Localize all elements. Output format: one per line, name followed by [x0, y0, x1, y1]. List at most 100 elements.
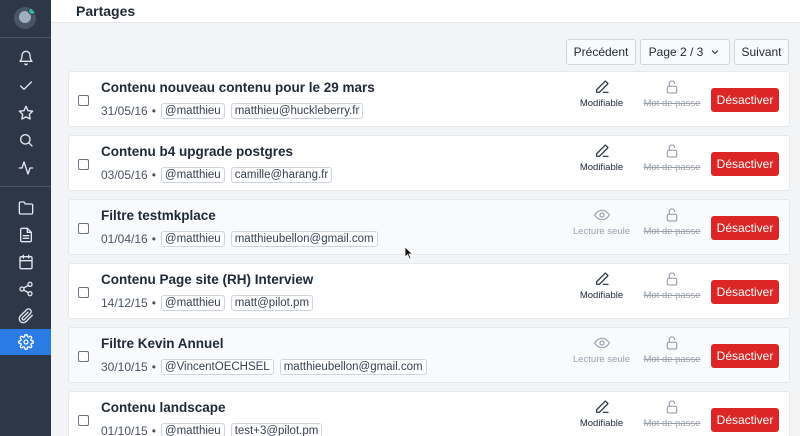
- meta-separator: •: [151, 424, 156, 436]
- password-label: Mot de passe: [643, 226, 701, 237]
- permission-label: Lecture seule: [572, 354, 631, 365]
- permission-toggle[interactable]: Lecture seule: [559, 335, 644, 365]
- row-checkbox[interactable]: [78, 159, 89, 170]
- sidebar-item-notifications[interactable]: [0, 45, 51, 71]
- share-date: 01/10/15: [101, 424, 148, 436]
- share-owner-tag: @matthieu: [160, 423, 225, 436]
- sidebar-item-documents[interactable]: [0, 222, 51, 248]
- unlock-icon: [666, 336, 678, 350]
- status-dot: [28, 7, 36, 15]
- sidebar-item-attachments[interactable]: [0, 303, 51, 329]
- unlock-icon: [666, 80, 678, 94]
- sidebar-item-settings[interactable]: [0, 329, 51, 355]
- permission-label: Modifiable: [579, 98, 624, 109]
- password-toggle[interactable]: Mot de passe: [636, 143, 708, 173]
- pencil-icon: [595, 144, 609, 157]
- deactivate-button[interactable]: Désactiver: [711, 152, 779, 176]
- sidebar-item-search[interactable]: [0, 127, 51, 153]
- password-toggle[interactable]: Mot de passe: [636, 79, 708, 109]
- row-checkbox[interactable]: [78, 415, 89, 426]
- password-toggle[interactable]: Mot de passe: [636, 335, 708, 365]
- row-checkbox[interactable]: [78, 95, 89, 106]
- sidebar: [0, 0, 51, 436]
- share-meta: 03/05/16 • @matthieu camille@harang.fr: [101, 166, 338, 184]
- share-row: Filtre testmkplace 01/04/16 • @matthieu …: [68, 199, 790, 255]
- share-row: Filtre Kevin Annuel 30/10/15 • @VincentO…: [68, 327, 790, 383]
- password-label: Mot de passe: [643, 162, 701, 173]
- share-owner-tag: @matthieu: [160, 167, 225, 183]
- sidebar-item-favorites[interactable]: [0, 100, 51, 126]
- password-label: Mot de passe: [643, 354, 701, 365]
- permission-label: Modifiable: [579, 162, 624, 173]
- share-owner-tag: @matthieu: [160, 295, 225, 311]
- share-icon: [18, 281, 33, 297]
- deactivate-button[interactable]: Désactiver: [711, 408, 779, 432]
- share-title[interactable]: Filtre Kevin Annuel: [101, 336, 224, 351]
- password-toggle[interactable]: Mot de passe: [636, 271, 708, 301]
- sidebar-item-calendar[interactable]: [0, 249, 51, 275]
- star-icon: [18, 105, 33, 120]
- password-label: Mot de passe: [643, 290, 701, 301]
- gear-icon: [17, 334, 34, 350]
- password-label: Mot de passe: [643, 418, 701, 429]
- unlock-icon: [666, 400, 678, 414]
- sidebar-divider: [0, 186, 51, 187]
- share-title[interactable]: Filtre testmkplace: [101, 208, 216, 223]
- deactivate-button[interactable]: Désactiver: [711, 344, 779, 368]
- permission-toggle[interactable]: Modifiable: [559, 79, 644, 109]
- sidebar-divider: [0, 37, 51, 38]
- share-date: 30/10/15: [101, 360, 148, 374]
- previous-page-button[interactable]: Précédent: [566, 39, 636, 65]
- meta-separator: •: [151, 360, 156, 374]
- share-title[interactable]: Contenu Page site (RH) Interview: [101, 272, 313, 287]
- meta-separator: •: [151, 296, 156, 310]
- page-select-label: Page 2 / 3: [648, 45, 704, 59]
- share-title[interactable]: Contenu nouveau contenu pour le 29 mars: [101, 80, 375, 95]
- deactivate-button[interactable]: Désactiver: [711, 216, 779, 240]
- bell-icon: [18, 50, 33, 66]
- sidebar-item-activity[interactable]: [0, 155, 51, 181]
- pencil-icon: [595, 400, 609, 413]
- permission-label: Modifiable: [579, 290, 624, 301]
- pencil-icon: [595, 272, 609, 285]
- permission-toggle[interactable]: Modifiable: [559, 143, 644, 173]
- row-checkbox[interactable]: [78, 287, 89, 298]
- share-meta: 31/05/16 • @matthieu matthieu@huckleberr…: [101, 102, 369, 120]
- password-toggle[interactable]: Mot de passe: [636, 399, 708, 429]
- password-toggle[interactable]: Mot de passe: [636, 207, 708, 237]
- calendar-icon: [18, 254, 33, 270]
- sidebar-item-folders[interactable]: [0, 195, 51, 221]
- share-date: 01/04/16: [101, 232, 148, 246]
- next-page-button[interactable]: Suivant: [734, 39, 789, 65]
- mouse-cursor-icon: [404, 246, 414, 260]
- share-recipient-tag: matthieubellon@gmail.com: [279, 359, 427, 375]
- share-date: 31/05/16: [101, 104, 148, 118]
- permission-toggle[interactable]: Modifiable: [559, 399, 644, 429]
- unlock-icon: [666, 272, 678, 286]
- share-meta: 01/04/16 • @matthieu matthieubellon@gmai…: [101, 230, 384, 248]
- permission-toggle[interactable]: Lecture seule: [559, 207, 644, 237]
- search-icon: [19, 134, 33, 147]
- share-owner-tag: @VincentOECHSEL: [160, 359, 274, 375]
- meta-separator: •: [151, 168, 156, 182]
- sidebar-item-shares[interactable]: [0, 276, 51, 302]
- sidebar-item-tasks[interactable]: [0, 73, 51, 99]
- permission-toggle[interactable]: Modifiable: [559, 271, 644, 301]
- eye-icon: [593, 209, 610, 221]
- row-checkbox[interactable]: [78, 351, 89, 362]
- activity-icon: [18, 161, 33, 175]
- eye-icon: [593, 337, 610, 349]
- page-select[interactable]: Page 2 / 3: [640, 39, 730, 65]
- share-recipient-tag: test+3@pilot.pm: [230, 423, 323, 436]
- share-recipient-tag: camille@harang.fr: [230, 167, 333, 183]
- deactivate-button[interactable]: Désactiver: [711, 88, 779, 112]
- share-title[interactable]: Contenu landscape: [101, 400, 226, 415]
- permission-label: Modifiable: [579, 418, 624, 429]
- share-row: Contenu nouveau contenu pour le 29 mars …: [68, 71, 790, 127]
- share-owner-tag: @matthieu: [160, 231, 225, 247]
- deactivate-button[interactable]: Désactiver: [711, 280, 779, 304]
- row-checkbox[interactable]: [78, 223, 89, 234]
- share-title[interactable]: Contenu b4 upgrade postgres: [101, 144, 293, 159]
- share-date: 03/05/16: [101, 168, 148, 182]
- avatar[interactable]: [14, 7, 36, 29]
